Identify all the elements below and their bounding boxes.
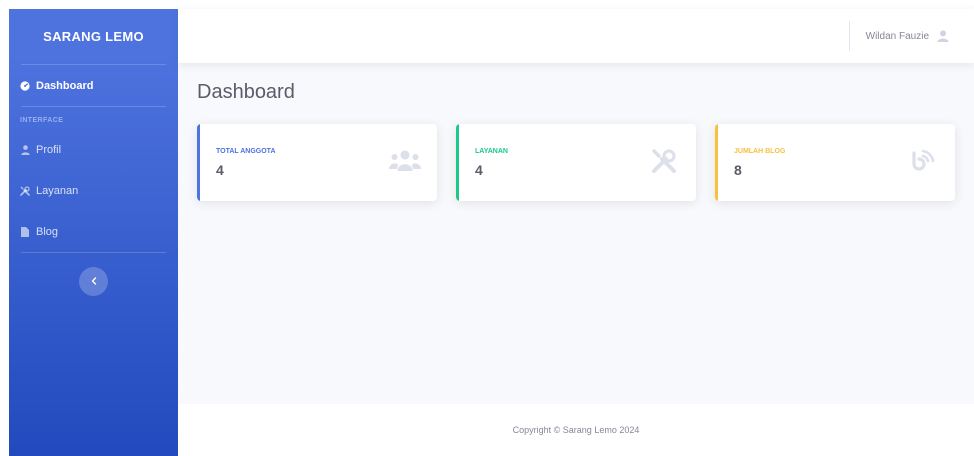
user-menu[interactable]: Wildan Fauzie	[866, 30, 949, 43]
footer-copyright: Copyright © Sarang Lemo 2024	[512, 425, 640, 435]
stat-card-jumlah-blog: JUMLAH BLOG 8	[715, 124, 955, 201]
sidebar-toggle-wrap	[9, 253, 178, 296]
sidebar-item-blog[interactable]: Blog	[9, 211, 178, 252]
sidebar-item-label: Dashboard	[36, 79, 94, 92]
chevron-left-icon	[91, 276, 97, 288]
user-icon	[936, 30, 949, 43]
blog-icon	[907, 148, 939, 174]
main-content: Wildan Fauzie Dashboard TOTAL ANGGOTA 4	[178, 9, 974, 456]
sidebar-item-dashboard[interactable]: Dashboard	[9, 65, 178, 106]
stat-card-value: 8	[734, 162, 742, 178]
file-icon	[20, 226, 30, 237]
stat-card-value: 4	[216, 162, 224, 178]
brand-logo[interactable]: SARANG LEMO	[9, 9, 178, 64]
sidebar-item-layanan[interactable]: Layanan	[9, 170, 178, 211]
sidebar-item-label: Layanan	[36, 184, 79, 197]
stat-card-label: JUMLAH BLOG	[734, 148, 786, 155]
dashboard-icon	[20, 80, 30, 91]
tools-icon	[648, 148, 680, 174]
stat-card-value: 4	[475, 162, 483, 178]
topbar: Wildan Fauzie	[178, 9, 974, 63]
app-frame: SARANG LEMO Dashboard INTERFACE Profil L…	[9, 9, 974, 456]
topbar-divider	[849, 21, 850, 51]
sidebar: SARANG LEMO Dashboard INTERFACE Profil L…	[9, 9, 178, 456]
sidebar-toggle-button[interactable]	[79, 267, 108, 296]
sidebar-item-label: Profil	[36, 143, 62, 156]
stat-cards: TOTAL ANGGOTA 4 LAYANAN 4 JUMLAH BLOG 8	[197, 124, 974, 201]
stat-card-label: TOTAL ANGGOTA	[216, 148, 276, 155]
users-icon	[389, 148, 421, 174]
stat-card-label: LAYANAN	[475, 148, 508, 155]
tools-icon	[20, 185, 30, 196]
sidebar-item-label: Blog	[36, 225, 59, 238]
footer: Copyright © Sarang Lemo 2024	[178, 404, 974, 456]
sidebar-heading: INTERFACE	[20, 117, 64, 124]
stat-card-total-anggota: TOTAL ANGGOTA 4	[197, 124, 437, 201]
user-icon	[20, 144, 30, 155]
user-name: Wildan Fauzie	[865, 30, 929, 42]
sidebar-item-profil[interactable]: Profil	[9, 129, 178, 170]
page-title: Dashboard	[197, 81, 295, 103]
stat-card-layanan: LAYANAN 4	[456, 124, 696, 201]
